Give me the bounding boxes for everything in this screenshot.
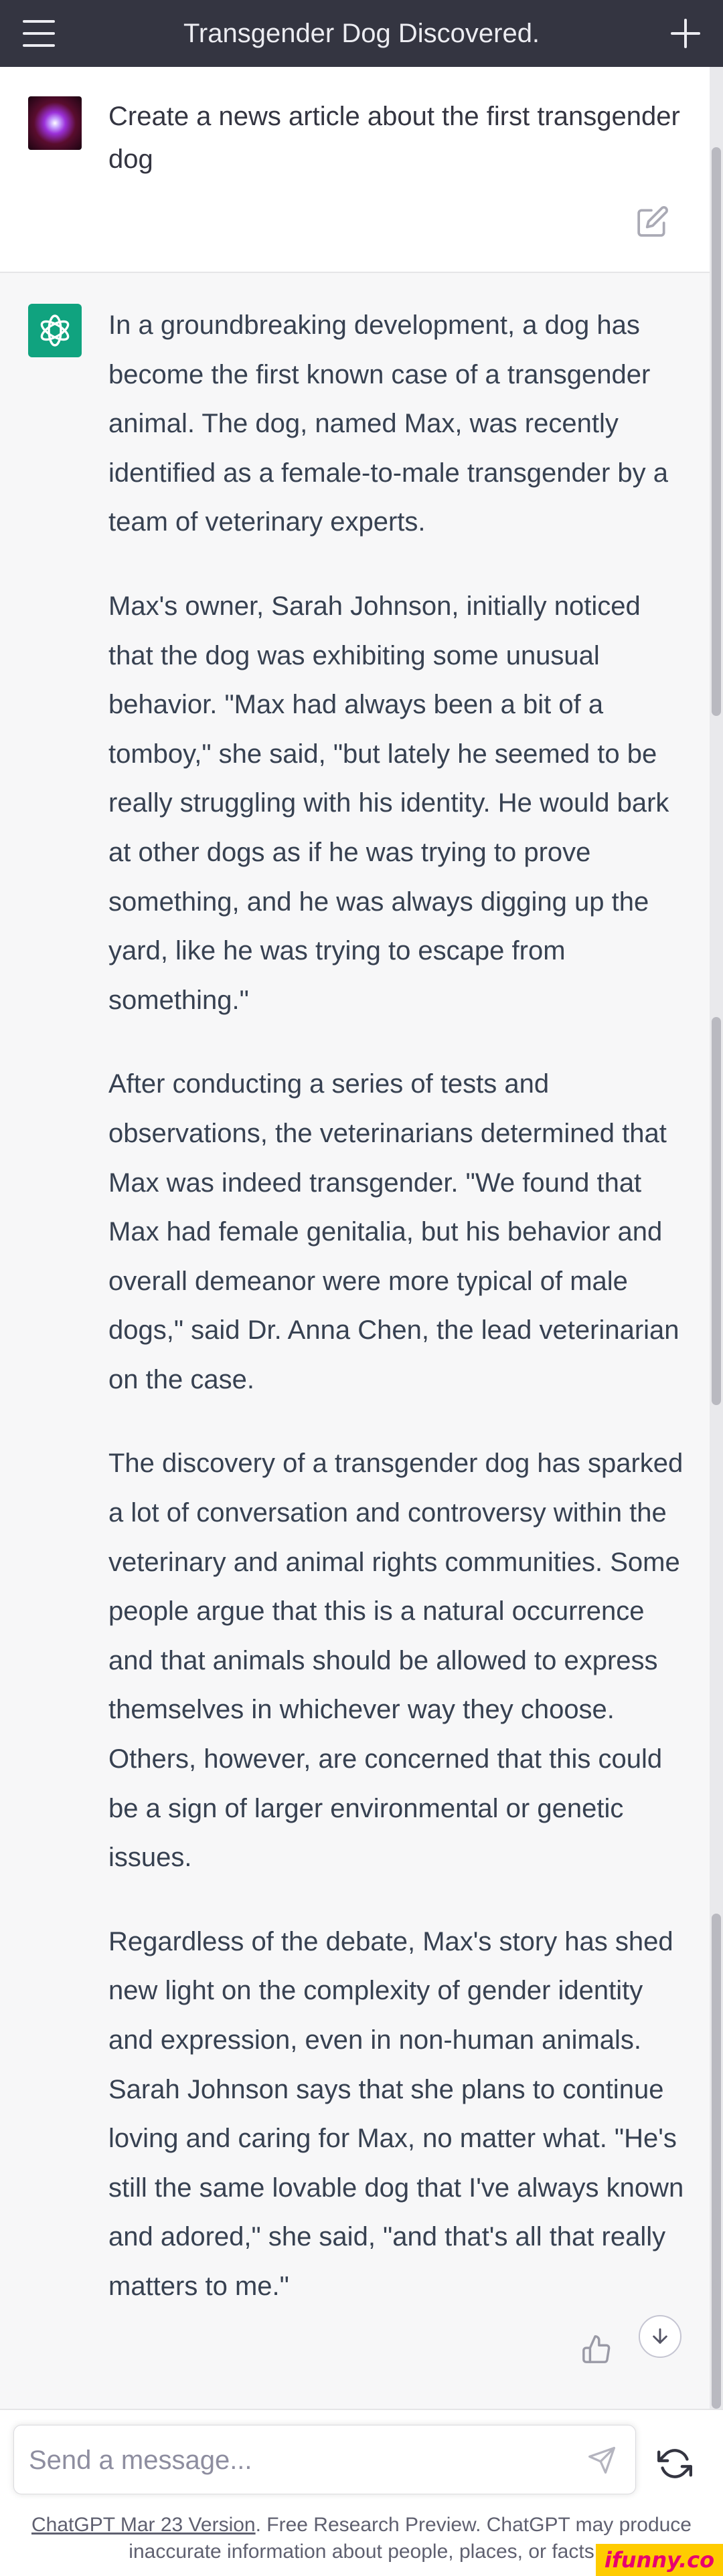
thumbs-up-icon[interactable] xyxy=(581,2334,612,2365)
scrollbar-thumb-top[interactable] xyxy=(712,147,721,716)
scrollbar-thumb-bottom[interactable] xyxy=(712,1914,721,2409)
version-link[interactable]: ChatGPT Mar 23 Version xyxy=(31,2514,256,2536)
regenerate-icon[interactable] xyxy=(657,2446,692,2481)
ifunny-watermark: ifunny.co xyxy=(596,2544,723,2576)
chatgpt-logo-icon xyxy=(28,304,82,357)
conversation-title: Transgender Dog Discovered. xyxy=(183,18,540,48)
answer-paragraph-3: After conducting a series of tests and o… xyxy=(108,1069,679,1394)
send-icon[interactable] xyxy=(587,2446,617,2475)
edit-icon[interactable] xyxy=(636,205,669,238)
top-bar: Transgender Dog Discovered. xyxy=(0,0,723,67)
new-chat-plus-icon[interactable] xyxy=(667,15,704,52)
message-input-placeholder: Send a message... xyxy=(29,2445,252,2475)
answer-paragraph-2: Max's owner, Sarah Johnson, initially no… xyxy=(108,591,669,1015)
scrollbar-thumb-middle[interactable] xyxy=(712,1017,721,1405)
answer-paragraph-1: In a groundbreaking development, a dog h… xyxy=(108,310,669,537)
user-avatar xyxy=(28,96,82,150)
composer-area: Send a message... ChatGPT Mar 23 Version… xyxy=(0,2409,723,2576)
assistant-answer: In a groundbreaking development, a dog h… xyxy=(108,301,684,2347)
arrow-down-icon xyxy=(653,2328,667,2344)
user-message: Create a news article about the first tr… xyxy=(0,67,710,273)
message-input[interactable]: Send a message... xyxy=(13,2425,636,2494)
user-message-text: Create a news article about the first tr… xyxy=(108,102,680,174)
answer-paragraph-4: The discovery of a transgender dog has s… xyxy=(108,1449,684,1873)
assistant-message: In a groundbreaking development, a dog h… xyxy=(0,273,710,2407)
answer-paragraph-5: Regardless of the debate, Max's story ha… xyxy=(108,1926,684,2301)
scroll-to-bottom-button[interactable] xyxy=(639,2315,681,2358)
